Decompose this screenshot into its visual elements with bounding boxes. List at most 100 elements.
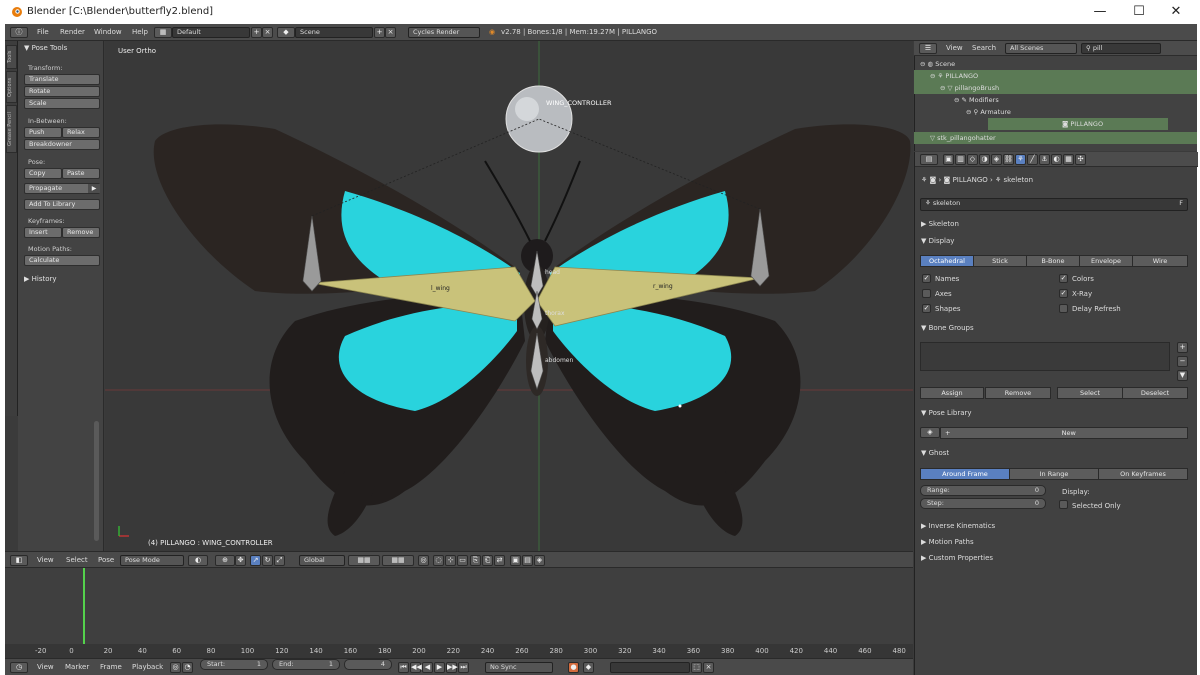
menu-marker[interactable]: Marker — [65, 663, 89, 671]
layout-remove-icon[interactable]: × — [262, 27, 273, 38]
outliner-row-modifiers[interactable]: ⊖ ✎ Modifiers — [914, 94, 1197, 106]
pose-library-icon[interactable]: ◈ — [920, 427, 940, 438]
menu-frame[interactable]: Frame — [100, 663, 122, 671]
keying-set-field[interactable] — [610, 662, 690, 673]
pose-tools-header[interactable]: ▼ Pose Tools — [24, 44, 67, 52]
breadcrumb-armature[interactable]: skeleton — [1004, 176, 1033, 184]
editor-type-icon[interactable]: ◧ — [10, 555, 28, 566]
tab-options[interactable]: Options — [6, 71, 17, 103]
calculate-button[interactable]: Calculate — [24, 255, 100, 266]
layout-icon[interactable]: ▦ — [154, 27, 172, 38]
names-checkbox[interactable]: ✓ — [922, 274, 931, 283]
pose-lock-icon[interactable]: ◎ — [418, 555, 429, 566]
snap-icon[interactable]: ⊹ — [445, 555, 456, 566]
menu-view[interactable]: View — [37, 663, 54, 671]
display-wire[interactable]: Wire — [1132, 255, 1188, 267]
custom-properties-panel-header[interactable]: ▶ Custom Properties — [921, 554, 993, 562]
assign-button[interactable]: Assign — [920, 387, 984, 399]
armature-datablock-field[interactable]: ⚘ skeleton F — [920, 198, 1188, 211]
menu-render[interactable]: Render — [60, 28, 85, 36]
menu-pose[interactable]: Pose — [98, 556, 114, 564]
constraints-tab-icon[interactable]: ⛓ — [1003, 154, 1014, 165]
timeline[interactable]: -20 0 20 40 60 80 100 120 140 160 180 200 220 240 260 2… — [5, 568, 913, 658]
maximize-button[interactable]: ☐ — [1124, 3, 1154, 21]
add-to-library-button[interactable]: Add To Library — [24, 199, 100, 210]
breakdowner-button[interactable]: Breakdowner — [24, 139, 100, 150]
outliner-search-input[interactable]: ⚲ pill — [1081, 43, 1161, 54]
propagate-menu-icon[interactable]: ▶ — [88, 184, 100, 193]
outliner-row-pillangobrush[interactable]: ⊖ ▽ pillangoBrush — [914, 82, 1197, 94]
insert-keyframe-button[interactable]: Insert — [24, 227, 62, 238]
outliner-row-scene[interactable]: ⊖ ◍ Scene — [914, 58, 1197, 70]
menu-search[interactable]: Search — [972, 44, 996, 52]
breadcrumb-object[interactable]: PILLANGO — [953, 176, 988, 184]
record-icon[interactable]: ● — [568, 662, 579, 673]
relax-button[interactable]: Relax — [62, 127, 100, 138]
editor-type-icon[interactable]: ◷ — [10, 662, 28, 673]
copy-pose-icon[interactable]: ⎘ — [470, 555, 481, 566]
display-bbone[interactable]: B-Bone — [1026, 255, 1080, 267]
opengl-render-icon[interactable]: ▣ — [510, 555, 521, 566]
bone-groups-panel-header[interactable]: ▼ Bone Groups — [921, 324, 974, 332]
outliner-row-armature[interactable]: ⊖ ⚲ Armature — [914, 106, 1197, 118]
colors-checkbox[interactable]: ✓ — [1059, 274, 1068, 283]
insert-key-icon[interactable]: ⬚ — [691, 662, 702, 673]
menu-help[interactable]: Help — [132, 28, 148, 36]
render-tab-icon[interactable]: ▣ — [943, 154, 954, 165]
orientation-dropdown[interactable]: Global — [299, 555, 345, 566]
scene-add-icon[interactable]: + — [374, 27, 385, 38]
scene-field[interactable]: Scene — [295, 27, 373, 38]
display-octahedral[interactable]: Octahedral — [920, 255, 974, 267]
display-mode-dropdown[interactable]: All Scenes — [1005, 43, 1077, 54]
scale-manipulator-icon[interactable]: ⤢ — [274, 555, 285, 566]
layers-grid-2-icon[interactable]: ▦▦ — [382, 555, 414, 566]
close-button[interactable]: ✕ — [1161, 3, 1191, 21]
snap-target-icon[interactable]: ▭ — [457, 555, 468, 566]
menu-playback[interactable]: Playback — [132, 663, 163, 671]
bone-groups-list[interactable] — [920, 342, 1170, 371]
rotate-manipulator-icon[interactable]: ↻ — [262, 555, 273, 566]
remove-bone-group-icon[interactable]: − — [1177, 356, 1188, 367]
scene-icon[interactable]: ◆ — [277, 27, 295, 38]
scene-remove-icon[interactable]: × — [385, 27, 396, 38]
tab-grease-pencil[interactable]: Grease Pencil — [6, 105, 17, 153]
paste-flipped-icon[interactable]: ⇄ — [494, 555, 505, 566]
pose-library-panel-header[interactable]: ▼ Pose Library — [921, 409, 972, 417]
current-frame-field[interactable]: 4 — [344, 659, 392, 670]
outliner-row-pillango-target[interactable]: ◙ PILLANGO — [988, 118, 1168, 130]
editor-type-icon[interactable]: ⓘ — [10, 27, 28, 38]
next-key-icon[interactable]: ▶▶ — [446, 662, 458, 673]
material-tab-icon[interactable]: ◐ — [1051, 154, 1062, 165]
display-stick[interactable]: Stick — [973, 255, 1027, 267]
minimize-button[interactable]: — — [1085, 3, 1115, 21]
new-pose-library-button[interactable]: + New — [940, 427, 1188, 439]
end-frame-field[interactable]: End: 1 — [272, 659, 340, 670]
prev-key-icon[interactable]: ◀◀ — [410, 662, 422, 673]
selected-only-checkbox[interactable] — [1059, 500, 1068, 509]
menu-view[interactable]: View — [946, 44, 963, 52]
editor-type-icon[interactable]: ☰ — [919, 43, 937, 54]
menu-select[interactable]: Select — [66, 556, 88, 564]
current-frame-line[interactable] — [83, 568, 85, 648]
object-tab-icon[interactable]: ◈ — [991, 154, 1002, 165]
proportional-edit-icon[interactable]: ◌ — [433, 555, 444, 566]
remove-button[interactable]: Remove — [985, 387, 1051, 399]
render-engine-dropdown[interactable]: Cycles Render — [408, 27, 480, 38]
translate-manipulator-icon[interactable]: ↗ — [250, 555, 261, 566]
axes-checkbox[interactable] — [922, 289, 931, 298]
copy-pose-button[interactable]: Copy — [24, 168, 62, 179]
scale-button[interactable]: Scale — [24, 98, 100, 109]
world-tab-icon[interactable]: ◑ — [979, 154, 990, 165]
manipulator-toggle-icon[interactable]: ✥ — [235, 555, 246, 566]
shapes-checkbox[interactable]: ✓ — [922, 304, 931, 313]
translate-button[interactable]: Translate — [24, 74, 100, 85]
skeleton-panel-header[interactable]: ▶ Skeleton — [921, 220, 959, 228]
delay-refresh-checkbox[interactable] — [1059, 304, 1068, 313]
bone-constraints-tab-icon[interactable]: ⚓ — [1039, 154, 1050, 165]
jump-start-icon[interactable]: ⏮ — [398, 662, 409, 673]
ghost-range-field[interactable]: Range: 0 — [920, 485, 1046, 496]
keying-set-icon[interactable]: ◆ — [583, 662, 594, 673]
shading-icon[interactable]: ◐ — [188, 555, 208, 566]
ghost-step-field[interactable]: Step: 0 — [920, 498, 1046, 509]
push-button[interactable]: Push — [24, 127, 62, 138]
